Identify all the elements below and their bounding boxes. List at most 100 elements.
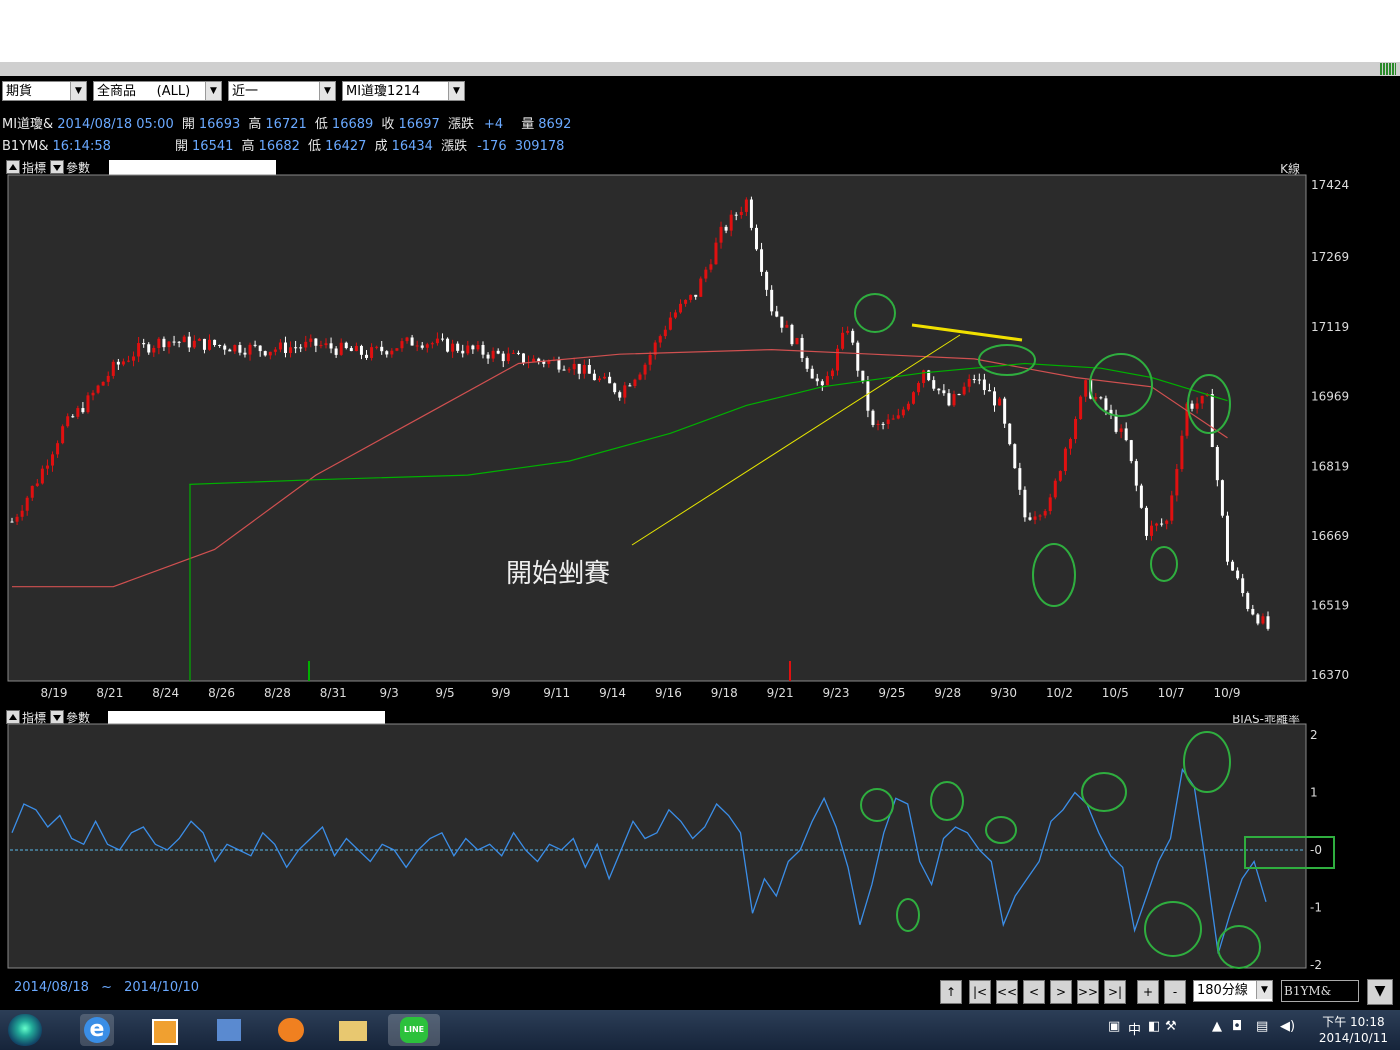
candle-body xyxy=(957,394,961,396)
candle-body xyxy=(395,348,399,351)
candle-body xyxy=(577,363,581,374)
candle-body xyxy=(582,364,586,374)
candle-body xyxy=(1225,515,1229,562)
internet-explorer-icon[interactable]: e xyxy=(80,1014,114,1046)
media-player-icon[interactable] xyxy=(148,1014,182,1046)
candle-body xyxy=(851,330,855,343)
candle-body xyxy=(380,346,384,352)
product-select-value: 全商品 (ALL) xyxy=(97,84,191,99)
candle-body xyxy=(1079,396,1083,419)
chevron-down-icon[interactable]: ▼ xyxy=(1256,981,1272,999)
market-select-value: 期貨 xyxy=(6,84,33,99)
high-value: 16682 xyxy=(258,139,300,154)
candle-body xyxy=(1119,428,1123,432)
show-hidden-icon[interactable]: ▲ xyxy=(1212,1019,1222,1034)
candle-body xyxy=(375,346,379,348)
line-app-icon[interactable]: LINE xyxy=(388,1014,440,1046)
tray-icon[interactable]: ▣ xyxy=(1108,1019,1120,1034)
candle-body xyxy=(446,338,450,352)
candle-body xyxy=(400,341,404,349)
quote-row-2: B1YM& 16:14:58 開 16541 高 16682 低 16427 成 1643… xyxy=(2,135,568,154)
candle-body xyxy=(1134,461,1138,486)
candle-body xyxy=(795,337,799,345)
quote-time: 16:14:58 xyxy=(52,139,111,154)
plot-area xyxy=(7,174,1307,682)
product-select[interactable]: 全商品 (ALL) ▼ xyxy=(93,81,222,101)
interval-select[interactable]: 180分線 ▼ xyxy=(1193,980,1273,1002)
nav-button[interactable]: + xyxy=(1137,980,1159,1004)
candle-body xyxy=(1241,578,1245,594)
candle-body xyxy=(597,378,601,381)
x-tick-label: 8/21 xyxy=(96,686,123,700)
market-select[interactable]: 期貨 ▼ xyxy=(2,81,87,101)
nav-button[interactable]: |< xyxy=(969,980,991,1004)
candle-body xyxy=(329,343,333,349)
tray-icon[interactable]: ⚒ xyxy=(1165,1019,1177,1034)
speaker-icon[interactable]: ◀) xyxy=(1280,1019,1295,1034)
candle-body xyxy=(167,341,171,348)
change-label: 漲跌 xyxy=(441,139,468,154)
tray-icon[interactable]: ◧ xyxy=(1148,1019,1160,1034)
tray-icon[interactable]: ▤ xyxy=(1256,1019,1268,1034)
chevron-down-icon[interactable]: ▼ xyxy=(70,82,86,100)
start-button-icon[interactable] xyxy=(8,1014,42,1046)
date-range: 2014/08/18 ~ 2014/10/10 xyxy=(14,980,199,995)
nav-button[interactable]: - xyxy=(1164,980,1186,1004)
candle-body xyxy=(587,364,591,374)
high-value: 16721 xyxy=(265,117,307,132)
nav-button[interactable]: >> xyxy=(1077,980,1099,1004)
x-tick-label: 10/5 xyxy=(1102,686,1129,700)
nav-button[interactable]: ↑ xyxy=(940,980,962,1004)
candle-body xyxy=(1170,495,1174,521)
candle-body xyxy=(177,341,181,343)
app-icon[interactable] xyxy=(212,1014,246,1046)
change-value: -176 xyxy=(477,139,507,154)
folder-icon[interactable] xyxy=(336,1014,370,1046)
candle-body xyxy=(947,393,951,406)
candle-body xyxy=(815,378,819,382)
candle-body xyxy=(101,381,105,386)
nav-button[interactable]: << xyxy=(996,980,1018,1004)
candle-body xyxy=(40,468,44,484)
nav-button[interactable]: > xyxy=(1050,980,1072,1004)
candle-body xyxy=(121,361,125,365)
x-tick-label: 9/18 xyxy=(711,686,738,700)
x-tick-label: 8/26 xyxy=(208,686,235,700)
chevron-down-icon[interactable]: ▼ xyxy=(205,82,221,100)
x-tick-label: 9/3 xyxy=(379,686,398,700)
candle-body xyxy=(1160,523,1164,525)
dropdown-arrow-button[interactable]: ▼ xyxy=(1367,979,1393,1005)
close-label: 收 xyxy=(381,117,395,132)
x-tick-label: 9/21 xyxy=(767,686,794,700)
x-tick-label: 10/2 xyxy=(1046,686,1073,700)
y-tick-label: 16370 xyxy=(1311,668,1349,682)
candle-body xyxy=(765,271,769,290)
clock[interactable]: 下午 10:18 2014/10/11 xyxy=(1319,1014,1388,1046)
candle-body xyxy=(618,392,622,398)
candle-body xyxy=(1144,507,1148,536)
candle-body xyxy=(906,403,910,410)
nav-button[interactable]: >| xyxy=(1104,980,1126,1004)
candle-body xyxy=(896,415,900,419)
month-select[interactable]: 近一 ▼ xyxy=(228,81,336,101)
ime-indicator[interactable]: 中 xyxy=(1128,1019,1141,1038)
nav-button[interactable]: < xyxy=(1023,980,1045,1004)
candle-body xyxy=(1129,440,1133,462)
chevron-down-icon[interactable]: ▼ xyxy=(448,82,464,100)
chevron-down-icon[interactable]: ▼ xyxy=(319,82,335,100)
grip-icon[interactable] xyxy=(1380,63,1396,75)
candle-body xyxy=(866,381,870,411)
candle-body xyxy=(1150,525,1154,536)
taskbar xyxy=(0,1010,1400,1050)
candle-body xyxy=(501,353,505,362)
symbol-select[interactable]: MI道瓊1214 ▼ xyxy=(342,81,465,101)
range-start: 2014/08/18 xyxy=(14,980,89,995)
x-tick-label: 8/31 xyxy=(320,686,347,700)
symbol-input[interactable]: B1YM& xyxy=(1281,980,1359,1002)
candle-body xyxy=(370,347,374,358)
candle-body xyxy=(405,337,409,342)
candle-body xyxy=(1215,446,1219,481)
tray-icon[interactable]: ◘ xyxy=(1232,1019,1242,1034)
browser-icon[interactable] xyxy=(274,1014,308,1046)
candle-body xyxy=(1200,395,1204,404)
